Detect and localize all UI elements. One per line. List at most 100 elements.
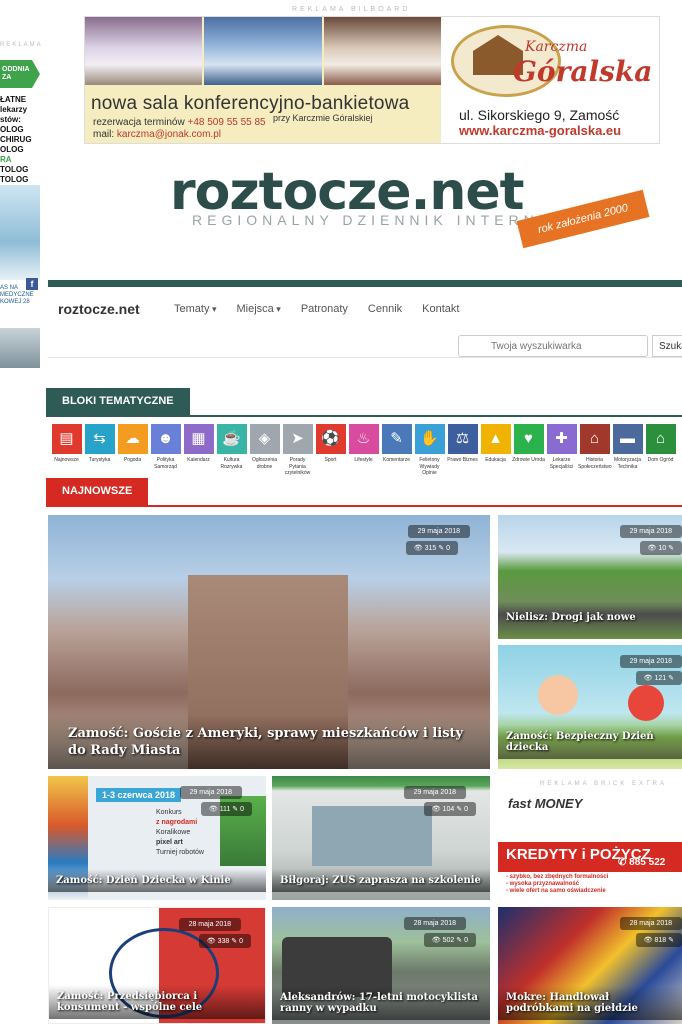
category-label: Komentarze xyxy=(383,457,410,463)
nav-item-cennik[interactable]: Cennik xyxy=(368,303,402,315)
nav-item-tematy[interactable]: Tematy xyxy=(174,303,217,315)
nav-item-kontakt[interactable]: Kontakt xyxy=(422,303,459,315)
category-label: Najnowsze xyxy=(54,457,79,463)
category-label: Porady Pytania czytelników xyxy=(284,457,311,476)
bath-icon: ♨ xyxy=(348,424,379,454)
side-ad-label: REKLAMA xyxy=(0,42,43,48)
category-kultura[interactable]: ☕ Kultura Rozrywka xyxy=(215,424,248,477)
side-ad-text: ŁATNE lekarzy stów: OLOG CHIRUG OLOG RA … xyxy=(0,95,32,184)
kino-dates: 1-3 czerwca 2018 xyxy=(96,788,182,802)
category-label: Felietony Wywiady Opinie xyxy=(419,457,440,476)
billboard-reservation: rezerwacja terminów +48 509 55 55 85 xyxy=(93,117,266,128)
news-title[interactable]: Zamość: Przedsiębiorca i konsument - wsp… xyxy=(49,985,265,1019)
cloud-icon: ☁ xyxy=(117,424,148,454)
category-lifestyle[interactable]: ♨ Lifestyle xyxy=(347,424,380,477)
side-ad-footer: AS NA MEDYCZNE KOWEJ 28 xyxy=(0,285,34,305)
news-date: 28 maja 2018 xyxy=(619,917,682,930)
news-date: 29 maja 2018 xyxy=(403,786,466,799)
handshake-icon: ✋ xyxy=(414,424,445,454)
category-felietony[interactable]: ✋ Felietony Wywiady Opinie xyxy=(413,424,446,477)
side-advertisement[interactable]: REKLAMA ODDNIA ZA ŁATNE lekarzy stów: OL… xyxy=(0,40,43,370)
category-historia[interactable]: ⌂ Historia Społeczeństwo xyxy=(578,424,612,477)
category-lekarze[interactable]: ✚ Lekarze Specjaliści xyxy=(545,424,578,477)
news-title[interactable]: Zamość: Goście z Ameryki, sprawy mieszka… xyxy=(48,715,490,769)
news-tile[interactable]: 29 maja 2018 👁 121 ✎ Zamość: Bezpieczny … xyxy=(498,645,682,769)
category-sport[interactable]: ⚽ Sport xyxy=(314,424,347,477)
brick-ad-phone: ✆ 885 522 xyxy=(618,857,666,868)
category-najnowsze[interactable]: ▤ Najnowsze xyxy=(50,424,83,477)
category-motoryzacja[interactable]: ▬ Motoryzacja Technika xyxy=(611,424,644,477)
category-polityka[interactable]: ☻ Polityka Samorząd xyxy=(149,424,182,477)
section-divider xyxy=(46,415,682,417)
category-kalendarz[interactable]: ▦ Kalendarz xyxy=(182,424,215,477)
category-edukacja[interactable]: ▲ Edukacja xyxy=(479,424,512,477)
nav-item-patronaty[interactable]: Patronaty xyxy=(301,303,348,315)
news-stats: 👁 121 ✎ xyxy=(635,671,682,685)
house-icon: ⌂ xyxy=(645,424,676,454)
side-ad-image xyxy=(0,185,40,280)
newspaper-icon: ▤ xyxy=(51,424,82,454)
news-date: 29 maja 2018 xyxy=(179,786,242,799)
category-dom[interactable]: ⌂ Dom Ogród xyxy=(644,424,677,477)
news-stats: 👁 104 ✎ 0 xyxy=(423,802,476,816)
child-illustration xyxy=(628,685,664,721)
billboard-mail: mail: karczma@jonak.com.pl xyxy=(93,129,221,140)
category-porady[interactable]: ➤ Porady Pytania czytelników xyxy=(281,424,314,477)
category-label: Kultura Rozrywka xyxy=(220,457,243,470)
news-date: 29 maja 2018 xyxy=(619,525,682,538)
brick-advertisement[interactable]: fast MONEY KREDYTY i POŻYCZ ✆ 885 522 - … xyxy=(498,790,682,900)
nav-brand[interactable]: roztocze.net xyxy=(58,301,140,317)
news-stats: 👁 111 ✎ 0 xyxy=(200,802,252,816)
category-label: Lekarze Specjaliści xyxy=(549,457,574,470)
billboard-advertisement[interactable]: nowa sala konferencyjno-bankietowa przy … xyxy=(84,16,660,144)
search-button[interactable]: Szuka xyxy=(652,335,682,357)
category-komentarze[interactable]: ✎ Komentarze xyxy=(380,424,413,477)
category-label: Kalendarz xyxy=(187,457,210,463)
news-stats: 👁 818 ✎ xyxy=(635,933,682,947)
category-label: Turystyka xyxy=(88,457,111,463)
fast-money-logo: fast MONEY xyxy=(508,796,583,811)
paper-plane-icon: ➤ xyxy=(282,424,313,454)
car-icon: ▬ xyxy=(612,424,643,454)
founded-ribbon: rok założenia 2000 xyxy=(516,189,650,249)
comments-icon: ✎ xyxy=(381,424,412,454)
nav-item-miejsca[interactable]: Miejsca xyxy=(237,303,281,315)
doctor-icon: ✚ xyxy=(546,424,577,454)
news-tile[interactable]: 29 maja 2018 👁 10 ✎ Nielisz: Drogi jak n… xyxy=(498,515,682,639)
section-title-news: NAJNOWSZE xyxy=(46,478,149,505)
search-input[interactable] xyxy=(458,335,648,357)
news-title[interactable]: Zamość: Dzień Dziecka w Kinie xyxy=(48,869,266,892)
category-turystyka[interactable]: ⇆ Turystyka xyxy=(83,424,116,477)
category-label: Zdrowie Uroda xyxy=(512,457,545,463)
brick-ad-bullets: - szybko, bez zbędnych formalności - wyso… xyxy=(506,874,609,894)
news-tile[interactable]: 28 maja 2018 👁 818 ✎ Mokre: Handlował po… xyxy=(498,907,682,1024)
billboard-left-panel: nowa sala konferencyjno-bankietowa przy … xyxy=(85,17,441,143)
news-date: 29 maja 2018 xyxy=(619,655,682,668)
news-tile[interactable]: 28 maja 2018 👁 502 ✎ 0 Aleksandrów: 17-l… xyxy=(272,907,490,1024)
news-title[interactable]: Zamość: Bezpieczny Dzień dziecka xyxy=(498,725,682,759)
category-pogoda[interactable]: ☁ Pogoda xyxy=(116,424,149,477)
building-icon: ⌂ xyxy=(579,424,610,454)
graduation-cap-icon: ▲ xyxy=(480,424,511,454)
billboard-right-panel: Karczma Góralska ul. Sikorskiego 9, Zamo… xyxy=(443,17,659,143)
news-title[interactable]: Aleksandrów: 17-letni motocyklista ranny… xyxy=(272,986,490,1020)
news-title[interactable]: Nielisz: Drogi jak nowe xyxy=(498,606,682,629)
news-date: 28 maja 2018 xyxy=(178,918,241,931)
news-title[interactable]: Mokre: Handlował podróbkami na giełdzie xyxy=(498,986,682,1020)
category-zdrowie[interactable]: ♥ Zdrowie Uroda xyxy=(512,424,545,477)
kino-program: Konkurs z nagrodami Koralikowe pixel art Tur… xyxy=(156,809,204,856)
category-label: Lifestyle xyxy=(354,457,373,463)
news-tile-featured[interactable]: 29 maja 2018 👁 315 ✎ 0 Zamość: Goście z … xyxy=(48,515,490,769)
news-tile[interactable]: 1-3 czerwca 2018 Konkurs z nagrodami Koral… xyxy=(48,776,266,900)
news-tile[interactable]: 28 maja 2018 👁 338 ✎ 0 Zamość: Przedsięb… xyxy=(48,907,266,1024)
category-label: Pogoda xyxy=(123,457,142,463)
billboard-address: ul. Sikorskiego 9, Zamość xyxy=(459,107,620,123)
news-title[interactable]: Biłgoraj: ZUS zaprasza na szkolenie xyxy=(272,869,490,892)
news-tile[interactable]: 29 maja 2018 👁 104 ✎ 0 Biłgoraj: ZUS zap… xyxy=(272,776,490,900)
people-icon: ☻ xyxy=(150,424,181,454)
category-prawo[interactable]: ⚖ Prawo Biznes xyxy=(446,424,479,477)
category-ogłoszenia[interactable]: ◈ Ogłoszenia drobne xyxy=(248,424,281,477)
cup-icon: ☕ xyxy=(216,424,247,454)
news-date: 28 maja 2018 xyxy=(403,917,466,930)
calendar-icon: ▦ xyxy=(183,424,214,454)
